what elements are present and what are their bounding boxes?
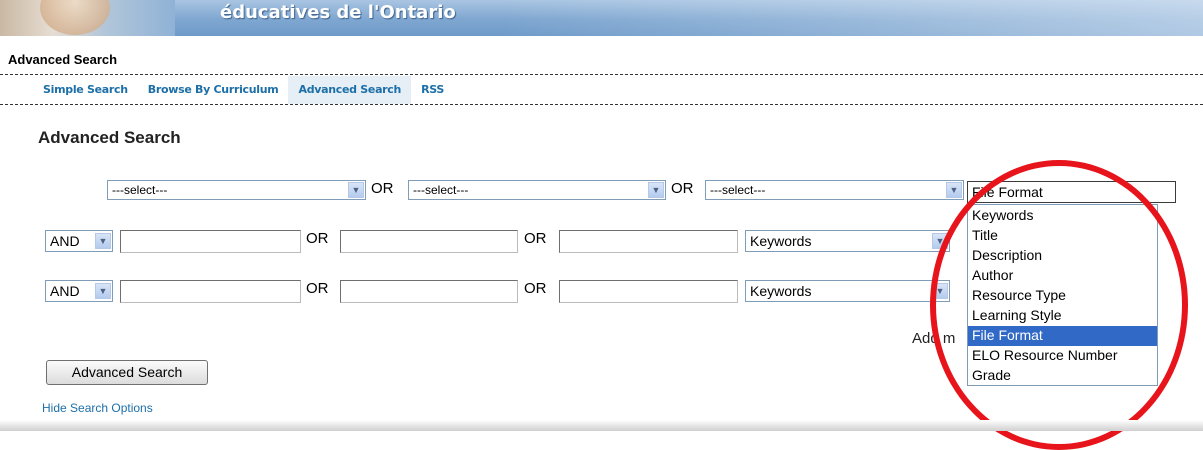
section-title: Advanced Search xyxy=(38,128,181,147)
dropdown-option-grade[interactable]: Grade xyxy=(968,366,1157,386)
category-select-2[interactable]: ---select--- ▼ xyxy=(408,180,666,200)
chevron-down-icon: ▼ xyxy=(946,182,962,198)
or-label: OR xyxy=(306,280,329,297)
operator-select-row2[interactable]: AND ▼ xyxy=(45,230,113,252)
or-label: OR xyxy=(306,230,329,247)
banner-title: éducatives de l'Ontario xyxy=(220,2,456,23)
chevron-down-icon: ▼ xyxy=(932,283,948,299)
chevron-down-icon: ▼ xyxy=(648,182,664,198)
add-more-link[interactable]: Add m xyxy=(912,330,955,347)
field-select-row3[interactable]: Keywords ▼ xyxy=(745,280,950,302)
or-label: OR xyxy=(371,180,394,197)
dropdown-option-keywords[interactable]: Keywords xyxy=(968,206,1157,226)
dropdown-option-resource-type[interactable]: Resource Type xyxy=(968,286,1157,306)
search-tabs: Simple Search Browse By Curriculum Advan… xyxy=(33,76,454,104)
chevron-down-icon: ▼ xyxy=(932,233,948,249)
dropdown-option-elo-resource-number[interactable]: ELO Resource Number xyxy=(968,346,1157,366)
tab-rss[interactable]: RSS xyxy=(411,76,454,104)
chevron-down-icon: ▼ xyxy=(95,283,111,299)
term-input-row2-3[interactable] xyxy=(559,230,738,253)
page-heading: Advanced Search xyxy=(8,52,118,67)
tab-advanced-search[interactable]: Advanced Search xyxy=(288,76,412,104)
advanced-search-button[interactable]: Advanced Search xyxy=(46,360,208,385)
term-input-row3-2[interactable] xyxy=(340,280,518,303)
field-dropdown-list: Keywords Title Description Author Resour… xyxy=(967,204,1158,386)
banner-photo xyxy=(0,0,175,36)
term-input-row2-1[interactable] xyxy=(120,230,301,253)
or-label: OR xyxy=(524,280,547,297)
category-select-1[interactable]: ---select--- ▼ xyxy=(107,180,366,200)
operator-select-row3[interactable]: AND ▼ xyxy=(45,280,113,302)
chevron-down-icon: ▼ xyxy=(348,182,364,198)
field-select-row1[interactable]: File Format xyxy=(967,181,1176,203)
term-input-row3-3[interactable] xyxy=(559,280,738,303)
dropdown-option-description[interactable]: Description xyxy=(968,246,1157,266)
dropdown-option-title[interactable]: Title xyxy=(968,226,1157,246)
dropdown-option-learning-style[interactable]: Learning Style xyxy=(968,306,1157,326)
field-select-row2[interactable]: Keywords ▼ xyxy=(745,230,950,252)
tab-simple-search[interactable]: Simple Search xyxy=(33,76,138,104)
hide-search-options-link[interactable]: Hide Search Options xyxy=(42,401,153,415)
divider xyxy=(0,74,1203,75)
term-input-row3-1[interactable] xyxy=(120,280,301,303)
dropdown-option-author[interactable]: Author xyxy=(968,266,1157,286)
or-label: OR xyxy=(524,230,547,247)
or-label: OR xyxy=(671,180,694,197)
header-banner: éducatives de l'Ontario xyxy=(0,0,1203,36)
dropdown-option-file-format[interactable]: File Format xyxy=(968,326,1157,346)
term-input-row2-2[interactable] xyxy=(340,230,518,253)
divider xyxy=(0,104,1203,105)
chevron-down-icon: ▼ xyxy=(95,233,111,249)
tab-browse-by-curriculum[interactable]: Browse By Curriculum xyxy=(138,76,289,104)
category-select-3[interactable]: ---select--- ▼ xyxy=(705,180,964,200)
